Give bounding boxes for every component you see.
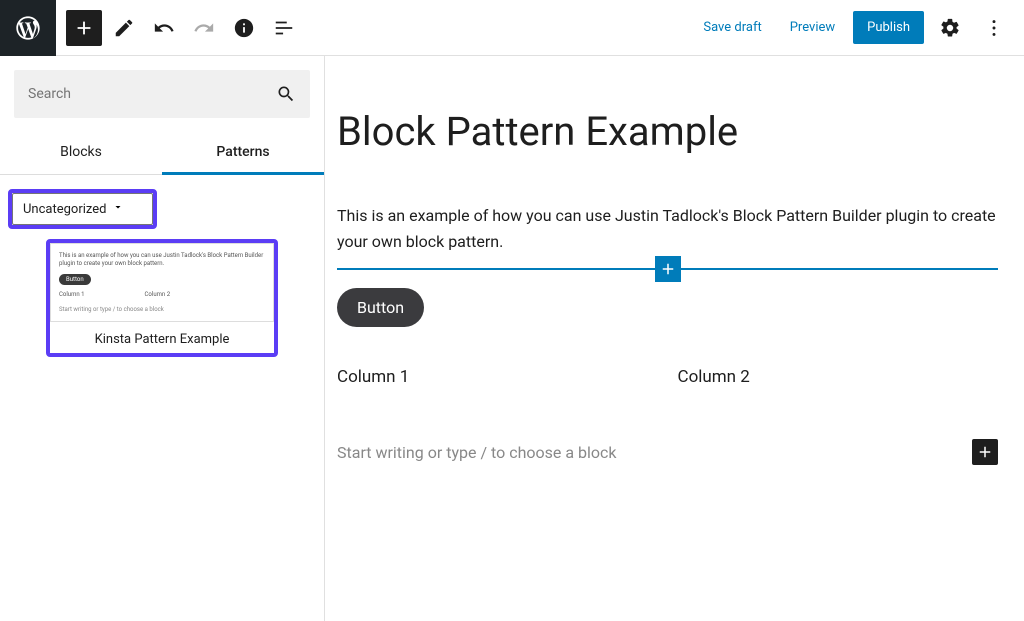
- toggle-inserter-button[interactable]: [66, 10, 102, 46]
- redo-button[interactable]: [186, 10, 222, 46]
- appender-add-button[interactable]: [972, 439, 998, 465]
- column-1[interactable]: Column 1: [337, 367, 658, 387]
- search-input[interactable]: [28, 86, 276, 102]
- wordpress-icon: [14, 14, 42, 42]
- info-button[interactable]: [226, 10, 262, 46]
- default-block-appender-row: Start writing or type / to choose a bloc…: [337, 439, 998, 465]
- undo-icon: [153, 17, 175, 39]
- more-vertical-icon: [983, 17, 1005, 39]
- pattern-category-highlight: Uncategorized: [8, 189, 157, 229]
- main-area: Blocks Patterns Uncategorized This is an…: [0, 56, 1024, 621]
- pattern-preview-col1: Column 1: [59, 291, 85, 298]
- chevron-down-icon: [112, 201, 124, 217]
- example-paragraph[interactable]: This is an example of how you can use Ju…: [337, 203, 998, 254]
- settings-button[interactable]: [932, 10, 968, 46]
- toolbar-right-group: Save draft Preview Publish: [693, 10, 1024, 46]
- columns-block[interactable]: Column 1 Column 2: [337, 367, 998, 387]
- tools-button[interactable]: [106, 10, 142, 46]
- pattern-card-label: Kinsta Pattern Example: [50, 322, 274, 353]
- pattern-category-select[interactable]: Uncategorized: [12, 193, 153, 225]
- pattern-preview-button: Button: [59, 274, 91, 285]
- column-2[interactable]: Column 2: [678, 367, 999, 387]
- plus-icon: [976, 443, 994, 461]
- pattern-card-highlight: This is an example of how you can use Ju…: [46, 239, 278, 357]
- tab-blocks[interactable]: Blocks: [0, 132, 162, 174]
- pattern-preview-col2: Column 2: [145, 291, 171, 298]
- pattern-preview-text: This is an example of how you can use Ju…: [59, 252, 265, 268]
- preview-button[interactable]: Preview: [780, 14, 845, 41]
- default-block-appender[interactable]: Start writing or type / to choose a bloc…: [337, 443, 972, 462]
- tab-patterns[interactable]: Patterns: [162, 132, 324, 175]
- plus-icon: [659, 260, 677, 278]
- toolbar-left-group: [66, 10, 302, 46]
- pattern-preview-start: Start writing or type / to choose a bloc…: [59, 306, 265, 313]
- button-block[interactable]: Button: [337, 288, 424, 327]
- save-draft-button[interactable]: Save draft: [693, 14, 771, 41]
- options-button[interactable]: [976, 10, 1012, 46]
- redo-icon: [193, 17, 215, 39]
- pattern-card[interactable]: This is an example of how you can use Ju…: [50, 243, 274, 353]
- inserter-tabs: Blocks Patterns: [0, 132, 324, 175]
- plus-icon: [73, 17, 95, 39]
- pattern-category-label: Uncategorized: [23, 202, 106, 217]
- block-inserter-panel: Blocks Patterns Uncategorized This is an…: [0, 56, 325, 621]
- top-toolbar: Save draft Preview Publish: [0, 0, 1024, 56]
- undo-button[interactable]: [146, 10, 182, 46]
- list-view-button[interactable]: [266, 10, 302, 46]
- gear-icon: [939, 17, 961, 39]
- block-insertion-line: [337, 268, 998, 270]
- inline-inserter-button[interactable]: [655, 256, 681, 282]
- pattern-preview: This is an example of how you can use Ju…: [50, 243, 274, 322]
- info-icon: [233, 17, 255, 39]
- wordpress-logo[interactable]: [0, 0, 56, 56]
- outline-icon: [273, 17, 295, 39]
- post-title[interactable]: Block Pattern Example: [337, 108, 998, 155]
- search-icon: [276, 84, 296, 104]
- publish-button[interactable]: Publish: [853, 11, 924, 44]
- inserter-search[interactable]: [14, 70, 310, 118]
- pencil-icon: [113, 17, 135, 39]
- editor-canvas[interactable]: Block Pattern Example This is an example…: [325, 56, 1024, 621]
